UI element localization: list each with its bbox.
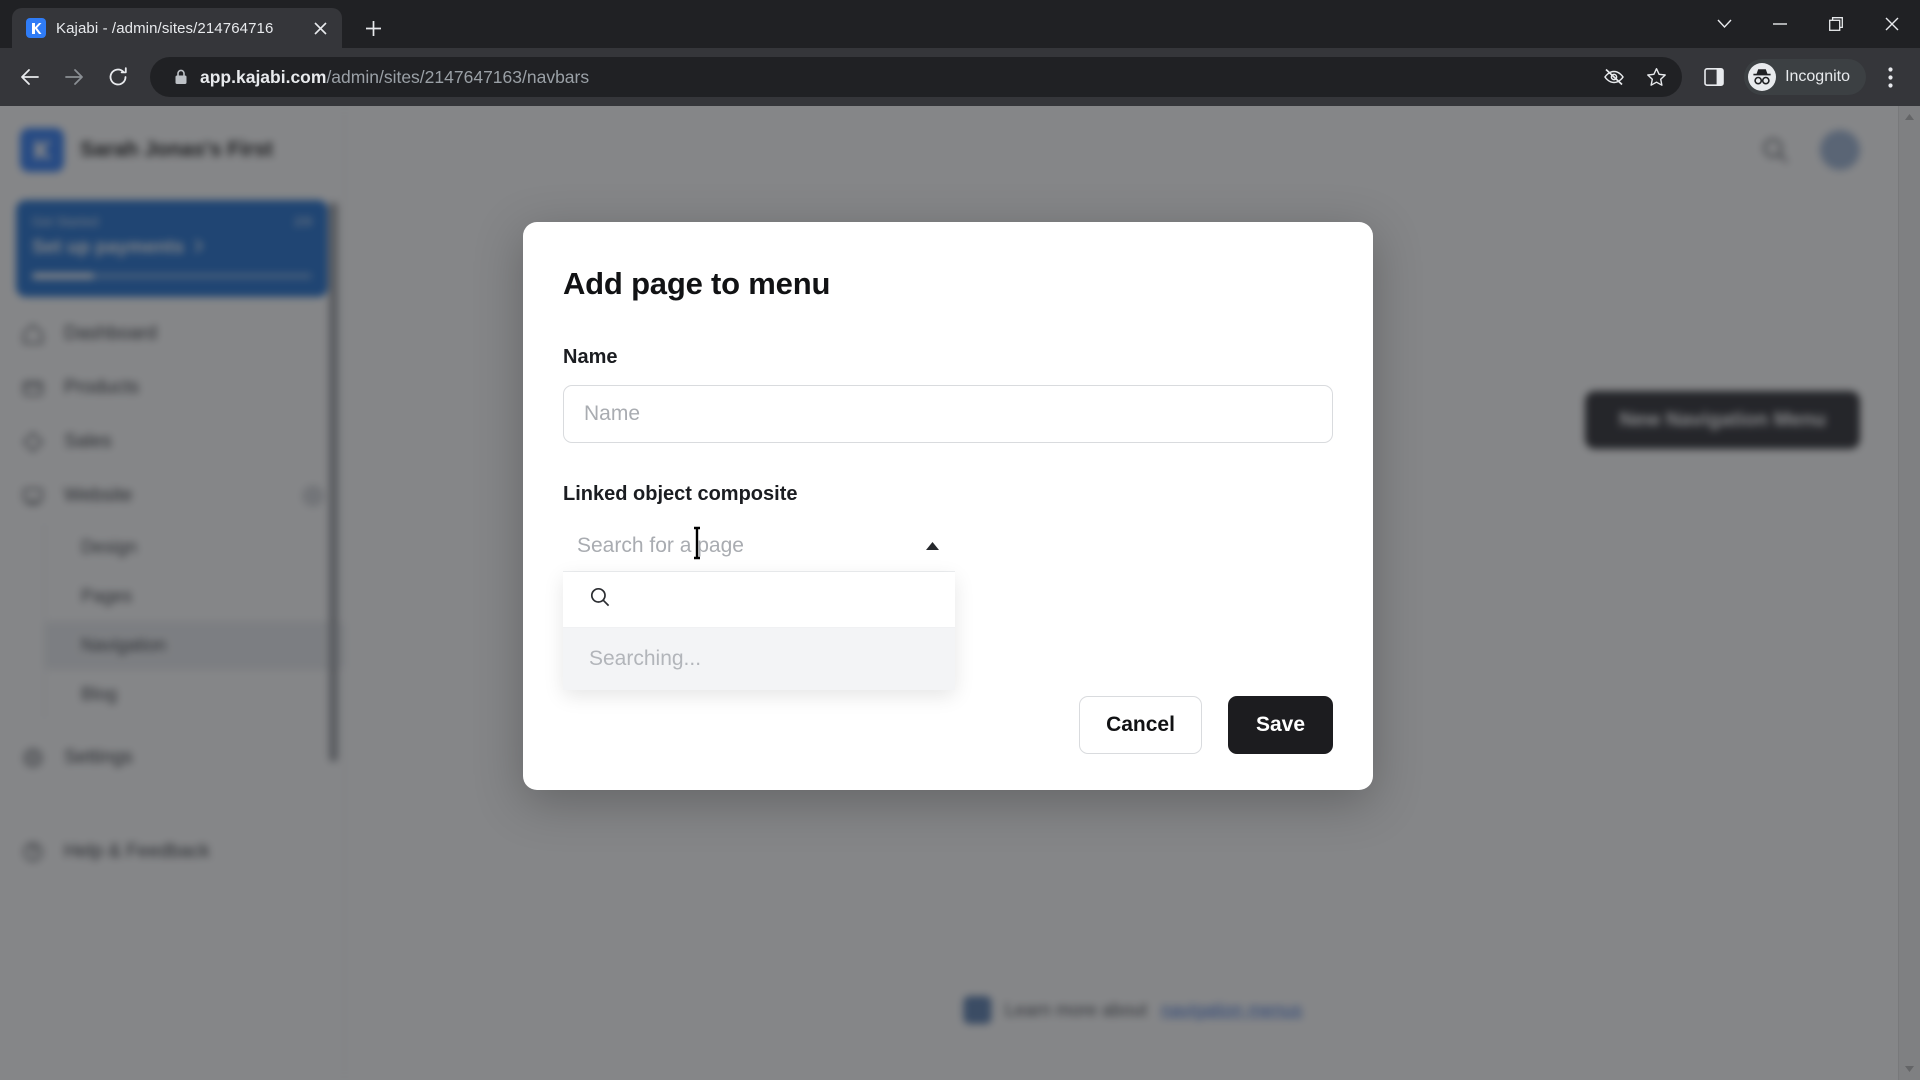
text-cursor <box>690 526 704 560</box>
name-field-label: Name <box>563 346 618 368</box>
tab-title: Kajabi - /admin/sites/214764716 <box>56 19 274 37</box>
incognito-profile-pill[interactable]: Incognito <box>1744 59 1866 95</box>
name-input-placeholder: Name <box>584 402 641 425</box>
back-button[interactable] <box>10 57 50 97</box>
chevron-up-icon[interactable] <box>926 537 939 555</box>
new-tab-button[interactable] <box>356 11 390 45</box>
url-domain: app.kajabi.com <box>200 66 327 87</box>
combobox-search-input[interactable] <box>563 572 955 628</box>
combobox-status-message: Searching... <box>563 628 955 690</box>
close-icon[interactable] <box>308 16 332 40</box>
kajabi-favicon <box>26 18 46 38</box>
linked-object-composite-label: Linked object composite <box>563 483 798 505</box>
cancel-button[interactable]: Cancel <box>1079 696 1202 754</box>
add-page-to-menu-dialog: Add page to menu Name Name Linked object… <box>523 222 1373 790</box>
browser-menu-button[interactable] <box>1870 57 1910 97</box>
bookmark-star-icon[interactable] <box>1636 57 1676 97</box>
url-path: /admin/sites/2147647163/navbars <box>326 66 590 87</box>
combobox-dropdown-panel: Searching... <box>563 572 955 690</box>
name-input[interactable]: Name <box>563 385 1333 443</box>
browser-tab[interactable]: Kajabi - /admin/sites/214764716 <box>12 8 342 48</box>
dialog-actions: Cancel Save <box>1079 696 1333 754</box>
tracking-protection-icon[interactable] <box>1594 57 1634 97</box>
incognito-icon <box>1748 63 1777 91</box>
omnibox-actions <box>1594 57 1676 97</box>
maximize-button[interactable] <box>1808 4 1864 44</box>
search-icon <box>589 586 611 613</box>
browser-toolbar: app.kajabi.com/admin/sites/2147647163/na… <box>0 48 1920 106</box>
linked-object-combobox: Search for a page Searching... <box>563 520 955 690</box>
lock-icon <box>168 69 194 85</box>
combobox-placeholder: Search for a page <box>577 533 744 557</box>
dialog-title: Add page to menu <box>563 266 831 301</box>
forward-button[interactable] <box>54 57 94 97</box>
combobox-control[interactable]: Search for a page <box>563 520 955 572</box>
tab-search-button[interactable] <box>1696 4 1752 44</box>
save-button[interactable]: Save <box>1227 696 1333 754</box>
window-controls <box>1696 0 1920 48</box>
url-text: app.kajabi.com/admin/sites/2147647163/na… <box>200 67 589 88</box>
close-window-button[interactable] <box>1864 4 1920 44</box>
browser-window: Kajabi - /admin/sites/214764716 app.kaja… <box>0 0 1920 1080</box>
address-bar[interactable]: app.kajabi.com/admin/sites/2147647163/na… <box>150 57 1683 97</box>
side-panel-button[interactable] <box>1694 57 1734 97</box>
minimize-button[interactable] <box>1752 4 1808 44</box>
page-viewport: Sarah Jonas's First Get Started 2/9 Set … <box>0 106 1920 1080</box>
reload-button[interactable] <box>98 57 138 97</box>
tab-strip: Kajabi - /admin/sites/214764716 <box>0 0 1920 48</box>
incognito-label: Incognito <box>1785 68 1850 85</box>
